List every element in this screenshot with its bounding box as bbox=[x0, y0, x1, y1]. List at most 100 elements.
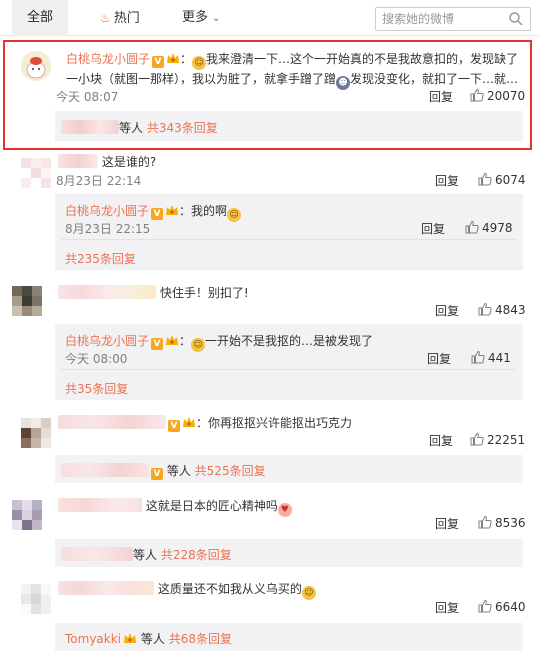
post-reply-summary: 等人 共343条回复 bbox=[55, 111, 523, 141]
post-text-line2a: 一小块（就图一那样），我以为脏了，就拿手蹭了蹭 bbox=[66, 72, 337, 86]
post-line1: 白桃乌龙小圆子 V： ☺ 我来澄清一下…这个一开始真的不是我故意扣的，发现缺了 bbox=[66, 52, 519, 70]
verified-badge-icon: V bbox=[151, 208, 164, 220]
reply-summary-line: 等人 共343条回复 bbox=[61, 119, 218, 136]
comment-reply-count[interactable]: 共68条回复 bbox=[169, 632, 232, 646]
avatar[interactable] bbox=[21, 418, 51, 448]
post-like-count: 20070 bbox=[487, 89, 526, 103]
avatar[interactable] bbox=[21, 158, 51, 188]
sub-reply-like-button[interactable]: 4978 bbox=[465, 220, 513, 235]
sub-reply-text: 我的啊 bbox=[191, 204, 228, 218]
comment-reply-count[interactable]: 共35条回复 bbox=[65, 380, 128, 397]
post-reply-button[interactable]: 回复 bbox=[429, 88, 453, 105]
heart-emoji-icon: ♥ bbox=[277, 503, 292, 517]
comment-line: 这是谁的? bbox=[58, 153, 156, 170]
comment-text: 你再抠抠兴许能抠出巧克力 bbox=[208, 416, 353, 430]
post-author[interactable]: 白桃乌龙小圆子 bbox=[66, 52, 150, 66]
reply-person-name[interactable]: Tomyakki bbox=[65, 632, 121, 646]
search-box bbox=[375, 7, 531, 31]
sub-reply-like-count: 441 bbox=[488, 351, 511, 365]
verified-badge-icon: V bbox=[151, 468, 163, 480]
sub-reply-text: 一开始不是我抠的…是被发现了 bbox=[205, 334, 374, 348]
comment-like-button[interactable]: 6074 bbox=[478, 172, 526, 187]
thumb-up-icon bbox=[478, 172, 492, 186]
cat-emoji-icon: ☺ bbox=[192, 56, 207, 70]
comment-reply-button[interactable]: 回复 bbox=[435, 172, 459, 189]
avatar[interactable] bbox=[21, 584, 51, 614]
blurred-usernames bbox=[61, 463, 149, 477]
comment-like-count: 4843 bbox=[495, 303, 526, 317]
sub-reply-time: 今天 08:00 bbox=[65, 352, 128, 366]
divider bbox=[61, 239, 517, 240]
author-avatar-icon bbox=[21, 51, 51, 81]
tab-all[interactable]: 全部 bbox=[12, 0, 68, 36]
crown-icon bbox=[124, 633, 137, 643]
filter-tabs: 全部 ♨ 热门 更多 ⌄ bbox=[0, 0, 539, 36]
comment-reply-button[interactable]: 回复 bbox=[429, 432, 453, 449]
comment-like-count: 22251 bbox=[487, 433, 526, 447]
sub-reply-author[interactable]: 白桃乌龙小圆子 bbox=[65, 204, 149, 218]
verified-badge-icon: V bbox=[151, 338, 164, 350]
avatar[interactable] bbox=[12, 500, 42, 530]
sub-reply-box: 白桃乌龙小圆子 V ：我的啊 ☺ 8月23日 22:15 回复 4978 共235条回… bbox=[55, 194, 523, 270]
blurred-username bbox=[58, 154, 98, 168]
tab-hot[interactable]: ♨ 热门 bbox=[100, 0, 140, 36]
sub-reply-line: 白桃乌龙小圆子 V ：我的啊 ☺ bbox=[65, 202, 242, 222]
reply-people-suffix: 等人 bbox=[140, 632, 165, 646]
reply-summary-line: V 等人 共525条回复 bbox=[61, 462, 266, 480]
sub-reply-like-count: 4978 bbox=[482, 221, 513, 235]
comment-text: 这质量还不如我从义乌买的 bbox=[157, 582, 302, 596]
search-icon[interactable] bbox=[508, 11, 524, 27]
comment-text: 这是谁的? bbox=[101, 155, 157, 169]
comment-line: V ：你再抠抠兴许能抠出巧克力 bbox=[58, 414, 352, 432]
comment-reply-button[interactable]: 回复 bbox=[435, 515, 459, 532]
avatar[interactable] bbox=[12, 286, 42, 316]
sub-reply-reply-button[interactable]: 回复 bbox=[421, 220, 445, 237]
comment-like-count: 6074 bbox=[495, 173, 526, 187]
verified-badge-icon: V bbox=[168, 420, 180, 432]
search-input[interactable] bbox=[382, 10, 500, 28]
comment-reply-button[interactable]: 回复 bbox=[435, 599, 459, 616]
thumb-up-icon bbox=[471, 350, 485, 364]
comment-reply-button[interactable]: 回复 bbox=[435, 302, 459, 319]
sub-reply-author[interactable]: 白桃乌龙小圆子 bbox=[65, 334, 149, 348]
reply-summary-line: Tomyakki 等人 共68条回复 bbox=[65, 630, 232, 647]
sub-reply-reply-button[interactable]: 回复 bbox=[427, 350, 451, 367]
blurred-avatar bbox=[12, 500, 42, 530]
post-text-line2b: 发现没变化，就扣了一下…就… bbox=[350, 72, 519, 86]
reply-people-suffix: 等人 bbox=[166, 464, 191, 478]
reply-people-suffix: 等人 bbox=[119, 121, 144, 135]
blurred-avatar bbox=[21, 418, 51, 448]
comment-reply-count[interactable]: 共235条回复 bbox=[65, 250, 136, 267]
cat-emoji-icon: ☺ bbox=[301, 586, 316, 600]
thumb-up-icon bbox=[470, 432, 484, 446]
blurred-avatar bbox=[21, 584, 51, 614]
comment-time: 8月23日 22:14 bbox=[56, 174, 142, 188]
blurred-usernames bbox=[61, 120, 119, 134]
post-reply-count[interactable]: 共343条回复 bbox=[147, 121, 218, 135]
post-like-button[interactable]: 20070 bbox=[470, 88, 525, 103]
comment-like-button[interactable]: 4843 bbox=[478, 302, 526, 317]
blurred-usernames bbox=[61, 547, 133, 561]
blurred-avatar bbox=[12, 286, 42, 316]
comment-reply-count[interactable]: 共228条回复 bbox=[161, 548, 232, 562]
sub-reply-like-button[interactable]: 441 bbox=[471, 350, 511, 365]
blurred-username bbox=[58, 415, 166, 429]
tab-more-label: 更多 bbox=[182, 10, 209, 25]
avatar[interactable] bbox=[21, 51, 51, 81]
reply-summary-line: 等人 共228条回复 bbox=[61, 546, 232, 563]
thumb-up-icon bbox=[478, 515, 492, 529]
tab-more[interactable]: 更多 ⌄ bbox=[182, 0, 220, 36]
reply-summary: V 等人 共525条回复 bbox=[55, 455, 523, 483]
comment-line: 这就是日本的匠心精神吗 ♥ bbox=[58, 497, 292, 517]
tab-hot-label: 热门 bbox=[113, 11, 140, 26]
comment-reply-count[interactable]: 共525条回复 bbox=[195, 464, 266, 478]
sub-reply-line: 白桃乌龙小圆子 V： ☺ 一开始不是我抠的…是被发现了 bbox=[65, 334, 374, 352]
post-time: 今天 08:07 bbox=[56, 90, 119, 104]
post-line2: 一小块（就图一那样），我以为脏了，就拿手蹭了蹭 ☻ 发现没变化，就扣了一下…就… bbox=[66, 70, 518, 90]
comment-like-button[interactable]: 6640 bbox=[478, 599, 526, 614]
comment-like-button[interactable]: 8536 bbox=[478, 515, 526, 530]
comment-like-count: 6640 bbox=[495, 600, 526, 614]
comment-text: 这就是日本的匠心精神吗 bbox=[145, 499, 278, 513]
sweat-emoji-icon: ☻ bbox=[336, 76, 351, 90]
comment-like-button[interactable]: 22251 bbox=[470, 432, 525, 447]
